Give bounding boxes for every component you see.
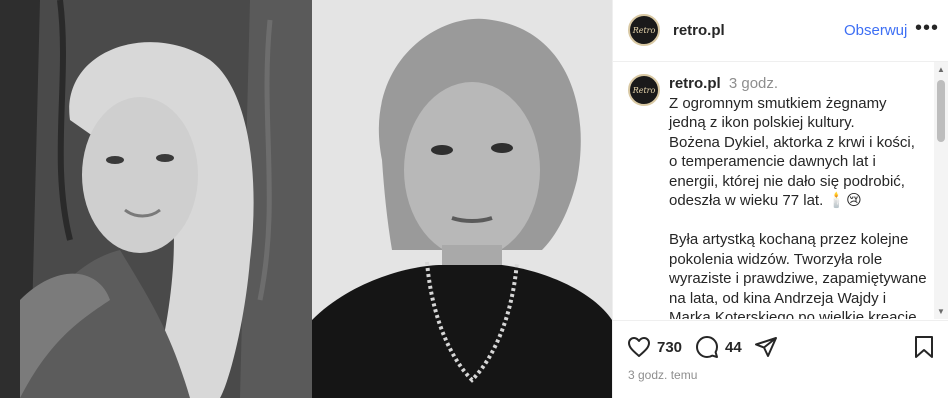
more-options-icon[interactable]: ••• <box>915 17 939 40</box>
comments-scrollbar[interactable]: ▲ ▼ <box>934 62 948 319</box>
comments-count[interactable]: 44 <box>725 339 742 356</box>
heart-icon <box>628 337 650 357</box>
scroll-down-icon[interactable]: ▼ <box>937 307 945 316</box>
bookmark-icon <box>915 336 933 358</box>
comments-area[interactable]: Retro retro.pl 3 godz. Z ogromnym smutki… <box>613 62 948 319</box>
likes-count[interactable]: 730 <box>657 339 682 356</box>
post-sidebar: Retro retro.pl Obserwuj ••• Retro retro.… <box>612 0 948 398</box>
caption-text: Z ogromnym smutkiem żegnamy jedną z ikon… <box>669 94 927 320</box>
scroll-up-icon[interactable]: ▲ <box>937 65 945 74</box>
header-username[interactable]: retro.pl <box>673 22 725 39</box>
post-actions: 730 44 <box>613 320 948 374</box>
post-header: Retro retro.pl Obserwuj ••• <box>613 0 948 62</box>
caption-avatar[interactable]: Retro <box>628 74 660 106</box>
post-caption: retro.pl 3 godz. Z ogromnym smutkiem żeg… <box>669 74 927 319</box>
save-button[interactable] <box>913 335 935 359</box>
avatar-logo-text: Retro <box>632 85 656 95</box>
photo-young-woman <box>0 0 312 398</box>
post-timestamp[interactable]: 3 godz. temu <box>628 368 697 382</box>
comment-button[interactable]: 44 <box>695 335 742 359</box>
comment-icon <box>696 336 718 358</box>
post-media[interactable] <box>0 0 612 398</box>
follow-button[interactable]: Obserwuj <box>844 22 907 39</box>
avatar-logo-text: Retro <box>632 25 656 35</box>
share-button[interactable] <box>754 335 778 359</box>
profile-avatar[interactable]: Retro <box>628 14 660 46</box>
caption-time[interactable]: 3 godz. <box>729 75 778 92</box>
share-icon <box>755 337 777 357</box>
like-button[interactable]: 730 <box>627 335 682 359</box>
photo-older-woman <box>312 0 612 398</box>
scrollbar-thumb[interactable] <box>937 80 945 142</box>
caption-username[interactable]: retro.pl <box>669 75 721 92</box>
